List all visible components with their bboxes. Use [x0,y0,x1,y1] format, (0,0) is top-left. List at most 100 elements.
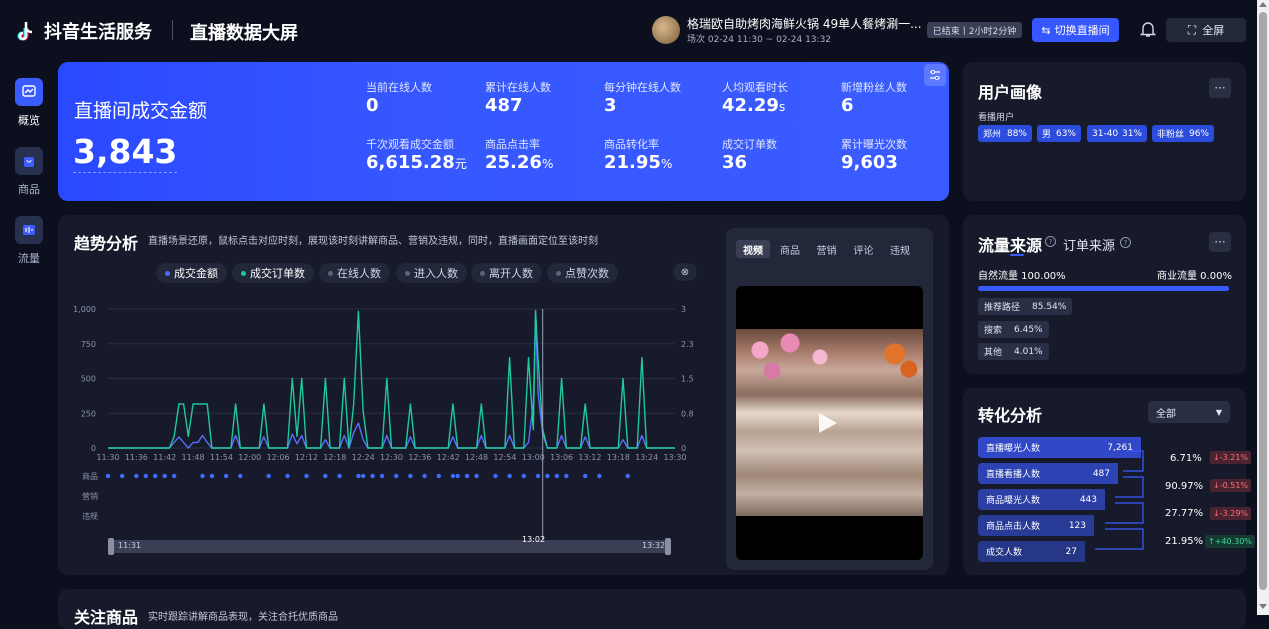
y-left-tick-label: 0 [91,444,96,453]
legend-label: 在线人数 [337,267,381,280]
tab-products[interactable]: 商品 [772,240,808,258]
sidebar-item-traffic[interactable]: 流量 [12,216,46,266]
product-event-dot [356,473,361,479]
stat-value: 36 [722,152,748,173]
legend-label: 成交金额 [174,267,218,280]
funnel-step: 成交人数 27 [978,541,1085,562]
play-icon[interactable] [819,413,837,433]
time-slider-track[interactable] [108,540,670,553]
summary-card: 直播间成交金额 3,843 当前在线人数 0 累计在线人数 487 每分钟在线人… [58,62,949,201]
x-tick-label: 12:18 [323,453,346,462]
product-event-dot [625,473,630,479]
stat-gpm: 千次观看成交金额 6,615.28元 [366,136,467,173]
legend-online[interactable]: 在线人数 [319,263,390,283]
commercial-traffic-label: 商业流量 0.00% [1157,271,1232,282]
flower-decor [736,329,856,399]
product-event-dot [119,473,125,479]
y-left-tick-label: 750 [81,340,96,349]
bag-icon [15,147,43,175]
stat-label: 当前在线人数 [366,81,432,94]
portrait-tag-fans: 非粉丝 96% [1152,125,1214,142]
tab-video[interactable]: 视频 [736,240,770,258]
tab-violations[interactable]: 违规 [882,240,918,258]
video-player[interactable] [736,286,923,560]
product-event-dot [323,473,328,479]
portrait-tag-age: 31-40 31% [1087,125,1147,142]
fullscreen-button[interactable]: ⛶ 全屏 [1166,18,1246,42]
settings-icon[interactable] [924,64,946,86]
portrait-tag-city: 郑州 88% [978,125,1032,142]
row-label-products: 商品 [82,472,98,481]
legend-leave[interactable]: 离开人数 [471,263,542,283]
product-event-dot [554,473,560,479]
stat-online-per-minute: 每分钟在线人数 3 [604,79,681,116]
stat-impressions: 累计曝光次数 9,603 [841,136,907,173]
product-event-dot [134,473,139,479]
traffic-icon [15,216,43,244]
tab-marketing[interactable]: 营销 [808,240,845,258]
scrollbar-up-arrow[interactable] [1259,2,1267,7]
tab-traffic-source[interactable]: 流量来源 [978,232,1042,256]
product-event-dot [209,473,215,479]
row-label-violation: 违规 [82,512,98,521]
streamer-avatar[interactable] [652,16,680,44]
tab-order-source[interactable]: 订单来源 [1063,235,1115,254]
product-event-dot [394,473,399,479]
sidebar-label: 流量 [18,252,40,265]
bell-icon[interactable] [1139,20,1157,41]
fullscreen-icon: ⛶ [1187,22,1197,37]
stat-label: 累计在线人数 [485,81,551,94]
stat-value: 42.29s [722,95,786,116]
tab-active-indicator [1010,254,1024,256]
stat-label: 累计曝光次数 [841,138,907,151]
brand-name: 抖音生活服务 [44,22,152,43]
time-slider-handle-left[interactable] [108,538,114,555]
x-tick-label: 13:00 [522,453,545,462]
legend-orders[interactable]: 成交订单数 [232,263,314,283]
y-right-tick-label: 0 [681,444,686,453]
product-event-dot [436,473,441,479]
legend-gmv[interactable]: 成交金额 [156,263,227,283]
portrait-more-button[interactable]: ··· [1209,78,1231,98]
help-icon[interactable]: ? [1045,236,1056,247]
product-event-dot [200,473,205,479]
trend-title: 趋势分析 [74,234,139,253]
traffic-card: 流量来源 ? 订单来源 ? ··· 自然流量 100.00% 商业流量 0.00… [963,215,1246,374]
x-tick-label: 11:54 [210,453,233,462]
legend-enter[interactable]: 进入人数 [396,263,467,283]
x-tick-label: 12:30 [380,453,403,462]
x-tick-label: 12:42 [437,453,460,462]
trend-chart[interactable]: 1,000 3750 2.3500 1.5250 0.80 011:30 11:36 11:4… [58,295,708,575]
funnel-step: 商品点击人数 123 [978,515,1094,536]
conversion-rate: 21.95% [1165,536,1204,547]
conversion-filter-select[interactable]: 全部 ▼ [1148,401,1230,423]
page-scrollbar[interactable] [1257,0,1269,615]
help-icon[interactable]: ? [1120,237,1131,248]
stat-label: 商品点击率 [485,138,540,151]
chevron-down-icon: ▼ [1215,407,1222,417]
portrait-sub: 看播用户 [978,113,1015,123]
tab-comments[interactable]: 评论 [845,240,882,258]
switch-live-button[interactable]: ⇆ 切换直播间 [1032,18,1119,42]
product-event-dot [304,473,309,479]
stat-product-cvr: 商品转化率 21.95% [604,136,672,173]
legend-likes[interactable]: 点赞次数 [547,263,618,283]
traffic-more-button[interactable]: ··· [1209,232,1231,252]
legend-dot [165,270,170,276]
x-tick-label: 13:12 [578,453,601,462]
sidebar-item-overview[interactable]: 概览 [12,78,46,128]
traffic-bar [978,286,1229,291]
sidebar-item-products[interactable]: 商品 [12,147,46,197]
traffic-bar-fill [978,286,1229,291]
scrollbar-down-arrow[interactable] [1259,604,1267,609]
followed-products-card: 关注商品 实时跟踪讲解商品表现，关注合托优质商品 [58,589,1246,629]
live-title: 格瑞欧自助烤肉海鲜火锅 49单人餐烤涮一... [687,17,922,31]
x-tick-label: 11:42 [153,453,176,462]
scrollbar-thumb[interactable] [1259,12,1267,590]
page-title: 直播数据大屏 [190,23,298,44]
conversion-delta: ↓-3.29% [1210,507,1252,520]
legend-dot [405,270,410,276]
time-slider-handle-right[interactable] [665,538,671,555]
reset-icon[interactable]: ⊗ [673,263,697,281]
y-left-tick-label: 250 [81,409,96,418]
